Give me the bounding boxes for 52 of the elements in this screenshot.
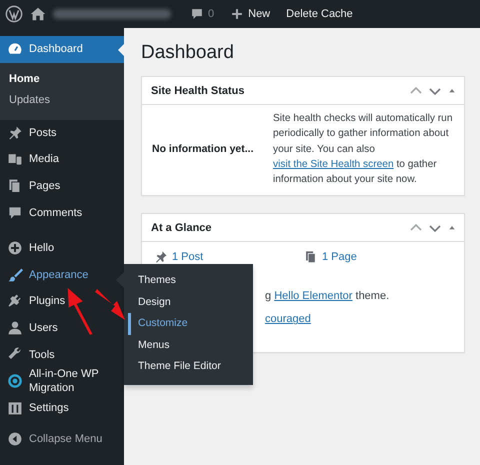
collapse-toggle-icon[interactable]: [448, 86, 456, 94]
wordpress-logo-icon[interactable]: [5, 5, 23, 23]
menu-item[interactable]: Tools: [0, 341, 124, 368]
menu-item[interactable]: Media: [0, 146, 124, 173]
new-button[interactable]: New: [227, 7, 274, 21]
menu-item[interactable]: Pages: [0, 172, 124, 200]
flyout-menu-item[interactable]: Customize: [128, 313, 253, 335]
plug-icon: [7, 293, 23, 310]
user-icon: [7, 320, 23, 336]
flyout-menu-item[interactable]: Themes: [124, 270, 253, 292]
collapse-toggle-icon[interactable]: [448, 224, 456, 232]
comment-count: 0: [208, 8, 214, 20]
card-title: At a Glance: [151, 222, 212, 234]
health-description: Site health checks will automatically run periodically to gather information about your site. You can also visit the Site Health screen to gather information about your site now.: [273, 112, 454, 188]
post-count-link[interactable]: 1 Post: [154, 250, 304, 264]
left-arrow-circle-icon: [7, 431, 23, 448]
menu-item[interactable]: Dashboard: [0, 36, 124, 63]
plus-icon: [230, 7, 244, 21]
pushpin-icon: [7, 124, 23, 141]
media-icon: [7, 151, 23, 168]
menu-item[interactable]: Users: [0, 314, 124, 342]
page-count-link[interactable]: 1 Page: [304, 250, 452, 264]
home-icon[interactable]: [29, 5, 47, 23]
page-title: Dashboard: [141, 42, 235, 64]
submenu-item[interactable]: Updates: [0, 90, 124, 112]
menu-item[interactable]: Hello: [0, 234, 124, 262]
flyout-menu-item[interactable]: Menus: [124, 334, 253, 356]
comments-button[interactable]: 0: [187, 7, 218, 21]
menu-item[interactable]: Comments: [0, 199, 124, 226]
delete-cache-button[interactable]: Delete Cache: [283, 8, 356, 20]
card-title: Site Health Status: [151, 84, 245, 96]
theme-link[interactable]: Hello Elementor: [274, 290, 352, 302]
search-engines-link[interactable]: couraged: [265, 313, 311, 326]
collapse-menu-button[interactable]: Collapse Menu: [0, 426, 124, 453]
menu-item[interactable]: Settings: [0, 394, 124, 422]
move-up-icon[interactable]: [410, 84, 422, 96]
speech-bubble-icon: [190, 7, 204, 21]
flyout-menu-item[interactable]: Design: [124, 292, 253, 314]
menu-item[interactable]: Appearance: [0, 262, 124, 288]
pages-icon: [304, 250, 318, 264]
health-status: No information yet...: [152, 143, 255, 156]
submenu-item[interactable]: Home: [0, 70, 124, 91]
paintbrush-icon: [7, 266, 23, 283]
menu-item[interactable]: All-in-One WP Migration: [0, 368, 124, 395]
new-label: New: [248, 8, 270, 20]
flyout-menu-item[interactable]: Theme File Editor: [124, 356, 253, 378]
pushpin-icon: [154, 250, 168, 264]
site-health-link[interactable]: visit the Site Health screen: [273, 158, 394, 170]
menu-item[interactable]: Plugins: [0, 288, 124, 315]
plus-circle-icon: [7, 240, 23, 256]
speech-bubble-icon: [7, 204, 23, 221]
menu-item[interactable]: Posts: [0, 120, 124, 146]
